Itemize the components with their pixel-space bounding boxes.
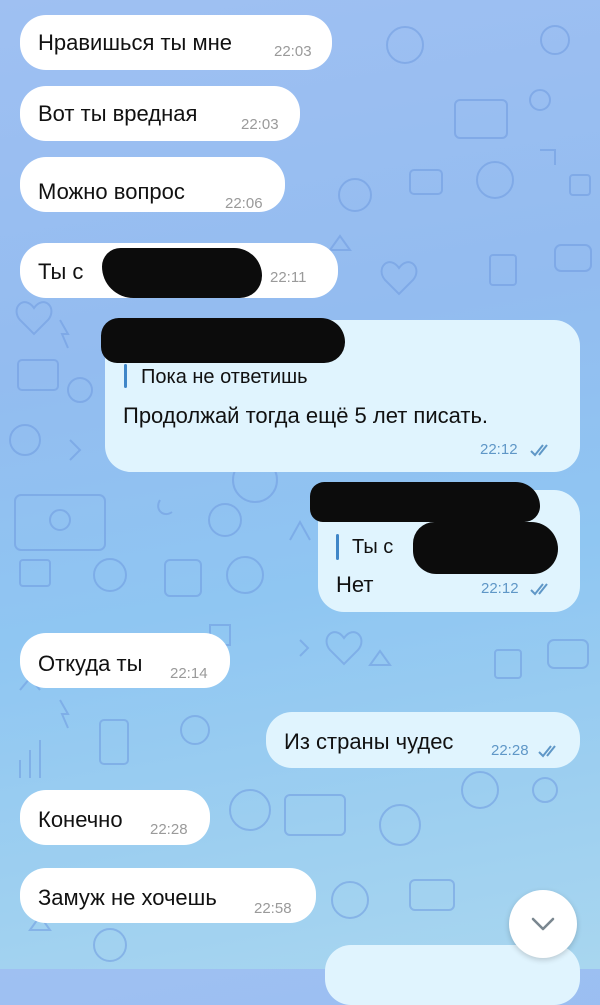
message-time: 22:12 — [481, 580, 519, 597]
message-bubble-outgoing[interactable]: Ты с Нет 22:12 — [310, 482, 580, 612]
message-time: 22:03 — [241, 116, 279, 133]
message-time: 22:58 — [254, 900, 292, 917]
redaction-mark — [310, 482, 540, 522]
read-checkmarks-icon — [530, 444, 548, 457]
redaction-mark — [413, 522, 558, 574]
message-time: 22:12 — [480, 441, 518, 458]
message-time: 22:14 — [170, 665, 208, 682]
reply-quote-bar — [124, 364, 127, 388]
message-time: 22:28 — [491, 742, 529, 759]
reply-quote-text: Ты с — [352, 536, 394, 558]
message-bubble-incoming[interactable]: Можно вопрос 22:06 — [20, 157, 285, 212]
chevron-down-icon — [531, 917, 555, 931]
reply-quote-text: Пока не ответишь — [141, 366, 308, 388]
scroll-to-bottom-button[interactable] — [509, 890, 577, 958]
message-time: 22:11 — [270, 269, 307, 286]
message-text: Конечно — [38, 807, 123, 832]
read-checkmarks-icon — [538, 745, 556, 758]
message-text: Ты с — [38, 259, 84, 284]
message-time: 22:06 — [225, 195, 263, 212]
message-time: 22:28 — [150, 821, 188, 838]
reply-quote-bar — [336, 534, 339, 560]
message-bubble-incoming[interactable]: Вот ты вредная 22:03 — [20, 86, 300, 141]
message-text: Откуда ты — [38, 651, 143, 676]
message-bubble-outgoing[interactable]: Из страны чудес 22:28 — [266, 712, 580, 768]
message-bubble-incoming[interactable]: Откуда ты 22:14 — [20, 633, 230, 688]
message-bubble-incoming[interactable]: Конечно 22:28 — [20, 790, 210, 845]
message-bubble-outgoing[interactable]: Пока не ответишь Продолжай тогда ещё 5 л… — [101, 318, 580, 472]
message-text: Из страны чудес — [284, 729, 454, 754]
read-checkmarks-icon — [530, 583, 548, 596]
message-text: Нравишься ты мне — [38, 30, 232, 55]
message-text: Нет — [336, 572, 374, 597]
message-time: 22:03 — [274, 43, 312, 60]
redaction-mark — [102, 248, 262, 298]
message-text: Замуж не хочешь — [38, 885, 217, 910]
message-text: Вот ты вредная — [38, 101, 198, 126]
redaction-mark — [101, 318, 345, 363]
message-text: Можно вопрос — [38, 179, 185, 204]
message-bubble-incoming[interactable]: Ты с 22:11 — [20, 243, 338, 298]
message-bubble-incoming[interactable]: Нравишься ты мне 22:03 — [20, 15, 332, 70]
message-text: Продолжай тогда ещё 5 лет писать. — [123, 403, 489, 428]
message-bubble-incoming[interactable]: Замуж не хочешь 22:58 — [20, 868, 316, 923]
